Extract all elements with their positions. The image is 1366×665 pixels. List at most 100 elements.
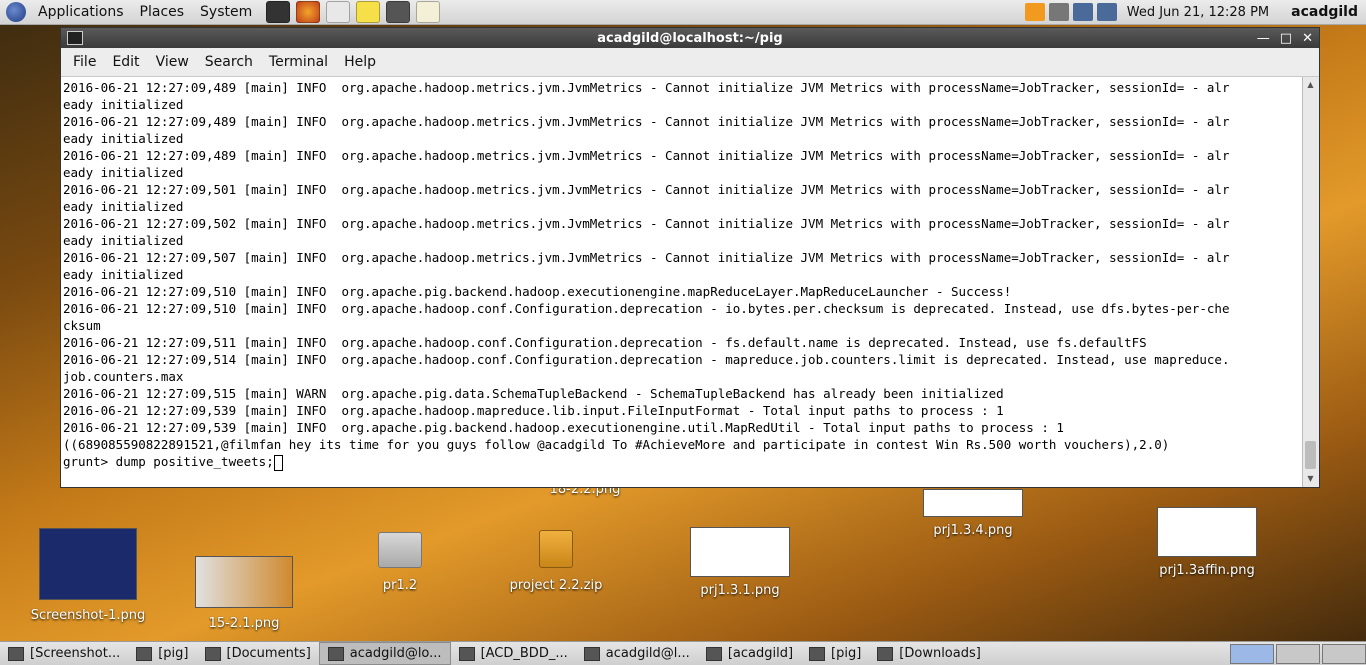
terminal-line: eady initialized [63, 131, 184, 146]
image-thumbnail-icon [690, 527, 790, 577]
menu-help[interactable]: Help [336, 54, 384, 70]
desktop-icon-label: prj1.3.1.png [700, 583, 780, 598]
scroll-down-icon[interactable]: ▼ [1305, 473, 1316, 485]
taskbar-item[interactable]: [pig] [128, 643, 196, 664]
desktop-icon-label: Screenshot-1.png [30, 608, 146, 623]
terminal-line: job.counters.max [63, 369, 184, 384]
image-thumbnail-icon [195, 556, 293, 608]
desktop-icon-label: pr1.2 [382, 578, 418, 593]
taskbar-item[interactable]: acadgild@lo... [318, 642, 451, 665]
window-menubar: File Edit View Search Terminal Help [61, 48, 1319, 77]
minimize-icon[interactable]: — [1257, 31, 1270, 46]
zip-archive-icon [539, 530, 573, 568]
terminal-line: 2016-06-21 12:27:09,539 [main] INFO org.… [63, 420, 1064, 435]
taskbar-item[interactable]: [Downloads] [869, 643, 989, 664]
user-name[interactable]: acadgild [1291, 4, 1358, 20]
text-cursor [273, 454, 283, 471]
terminal-line: eady initialized [63, 165, 184, 180]
workspace-2[interactable] [1276, 643, 1320, 664]
window-icon [877, 646, 894, 661]
desktop-icon-15-2-1[interactable]: 15-2.1.png [186, 556, 302, 631]
prompt-text: grunt> dump positive_tweets; [63, 454, 274, 469]
network-icon[interactable] [1072, 3, 1093, 21]
menu-file[interactable]: File [65, 54, 104, 70]
system-tray [1024, 3, 1117, 21]
desktop-icon-label: 15-2.1.png [208, 616, 280, 631]
clock[interactable]: Wed Jun 21, 12:28 PM [1127, 5, 1269, 20]
scroll-up-icon[interactable]: ▲ [1305, 79, 1316, 91]
terminal-line: 2016-06-21 12:27:09,489 [main] INFO org.… [63, 114, 1230, 129]
terminal-line: 2016-06-21 12:27:09,489 [main] INFO org.… [63, 80, 1230, 95]
terminal-window: acadgild@localhost:~/pig — □ ✕ File Edit… [60, 27, 1320, 488]
window-icon [136, 646, 153, 661]
terminal-output[interactable]: 2016-06-21 12:27:09,489 [main] INFO org.… [61, 77, 1303, 487]
taskbar-item[interactable]: [Documents] [197, 643, 319, 664]
terminal-launcher-icon[interactable] [266, 1, 291, 23]
scrollbar-thumb[interactable] [1305, 441, 1316, 469]
desktop-icon-screenshot-1[interactable]: Screenshot-1.png [30, 528, 146, 623]
menu-terminal[interactable]: Terminal [261, 54, 336, 70]
network2-icon[interactable] [1096, 3, 1117, 21]
top-right-area: Wed Jun 21, 12:28 PM acadgild [1024, 0, 1366, 24]
taskbar-item[interactable]: acadgild@l... [576, 643, 698, 664]
desktop-icon-label: project 2.2.zip [509, 578, 603, 593]
taskbar-item[interactable]: [pig] [801, 643, 869, 664]
terminal-line: cksum [63, 318, 101, 333]
terminal-line: 2016-06-21 12:27:09,489 [main] INFO org.… [63, 148, 1230, 163]
folder-icon [378, 532, 422, 568]
terminal-line: ((689085590822891521,@filmfan hey its ti… [63, 437, 1170, 452]
menu-view[interactable]: View [148, 54, 197, 70]
taskbar-item-label: [pig] [158, 646, 189, 661]
top-panel: Applications Places System Wed Jun 21, 1… [0, 0, 1366, 25]
workspace-switcher [1228, 642, 1366, 665]
menu-edit[interactable]: Edit [104, 54, 147, 70]
window-icon [458, 646, 475, 661]
desktop-icon-label: prj1.3.4.png [933, 523, 1013, 538]
close-icon[interactable]: ✕ [1302, 31, 1313, 46]
applications-menu[interactable]: Applications [30, 4, 132, 20]
taskbar-item-label: [Documents] [226, 646, 311, 661]
window-buttons: — □ ✕ [1257, 28, 1313, 48]
window-icon [809, 646, 826, 661]
terminal-prompt[interactable]: grunt> dump positive_tweets; [63, 453, 1303, 471]
taskbar-item-label: [Downloads] [899, 646, 981, 661]
taskbar-item-label: [pig] [831, 646, 862, 661]
window-icon [705, 646, 722, 661]
menu-search[interactable]: Search [197, 54, 261, 70]
system-menu[interactable]: System [192, 4, 260, 20]
notepad-launcher-icon[interactable] [416, 1, 441, 23]
maximize-icon[interactable]: □ [1280, 31, 1292, 46]
taskbar-item-label: acadgild@l... [605, 646, 690, 661]
desktop-icon-label: prj1.3affin.png [1159, 563, 1255, 578]
taskbar-item[interactable]: [acadgild] [698, 643, 801, 664]
editor-launcher-icon[interactable] [386, 1, 411, 23]
window-titlebar[interactable]: acadgild@localhost:~/pig — □ ✕ [61, 28, 1319, 48]
window-icon [8, 646, 24, 661]
workspace-1[interactable] [1230, 643, 1274, 664]
mail-launcher-icon[interactable] [326, 1, 351, 23]
vertical-scrollbar[interactable]: ▲ ▼ [1302, 77, 1319, 487]
system-logo-icon[interactable] [6, 2, 26, 22]
terminal-line: 2016-06-21 12:27:09,514 [main] INFO org.… [63, 352, 1230, 367]
update-icon[interactable] [1024, 3, 1045, 21]
terminal-line: 2016-06-21 12:27:09,510 [main] INFO org.… [63, 284, 1012, 299]
volume-icon[interactable] [1048, 3, 1069, 21]
desktop-icon-prj1-3-4[interactable]: prj1.3.4.png [920, 489, 1026, 538]
desktop-icon-project-zip[interactable]: project 2.2.zip [500, 530, 612, 593]
places-menu[interactable]: Places [132, 4, 193, 20]
notes-launcher-icon[interactable] [356, 1, 381, 23]
taskbar-item[interactable]: [Screenshot... [0, 643, 128, 664]
terminal-line: eady initialized [63, 199, 184, 214]
terminal-line: eady initialized [63, 233, 184, 248]
window-title: acadgild@localhost:~/pig [597, 30, 783, 46]
desktop-icon-prj1-3affin[interactable]: prj1.3affin.png [1152, 507, 1262, 578]
taskbar-item[interactable]: [ACD_BDD_... [451, 643, 576, 664]
firefox-launcher-icon[interactable] [296, 1, 321, 23]
workspace-3[interactable] [1322, 643, 1366, 664]
terminal-line: 2016-06-21 12:27:09,507 [main] INFO org.… [63, 250, 1230, 265]
desktop-icon-pr1-2[interactable]: pr1.2 [360, 532, 440, 593]
terminal-line: 2016-06-21 12:27:09,515 [main] WARN org.… [63, 386, 1004, 401]
terminal-line: 2016-06-21 12:27:09,511 [main] INFO org.… [63, 335, 1147, 350]
desktop-icon-prj1-3-1[interactable]: prj1.3.1.png [688, 527, 792, 598]
terminal-line: eady initialized [63, 97, 184, 112]
